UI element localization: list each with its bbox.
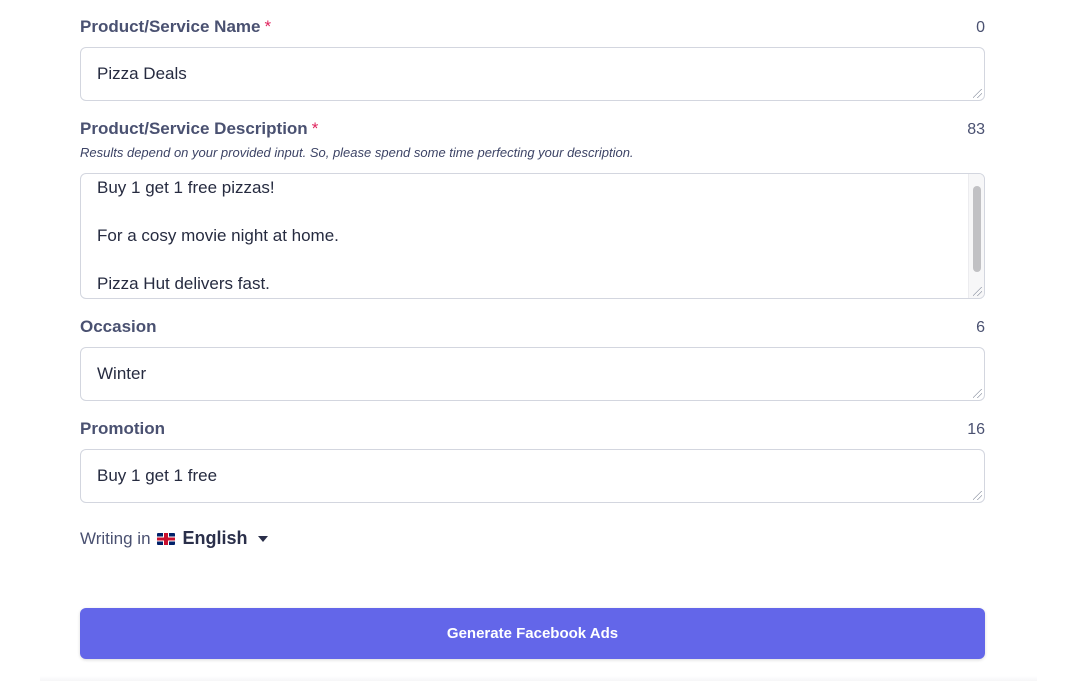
resize-handle-icon[interactable] <box>973 89 982 98</box>
footer-divider <box>40 676 1037 681</box>
occasion-input[interactable]: Winter <box>80 347 985 401</box>
caret-down-icon[interactable] <box>257 535 268 542</box>
occasion-field: Occasion 6 <box>80 317 985 338</box>
language-name: English <box>182 528 248 548</box>
product-description-field: Product/Service Description * 83 Results … <box>80 119 985 161</box>
product-description-label: Product/Service Description <box>80 119 308 138</box>
resize-handle-icon[interactable] <box>973 389 982 398</box>
product-name-input[interactable]: Pizza Deals <box>80 47 985 101</box>
product-name-char-count: 0 <box>976 19 985 36</box>
product-name-field: Product/Service Name * 0 <box>80 17 985 38</box>
generate-facebook-ads-button[interactable]: Generate Facebook Ads <box>80 608 985 659</box>
product-description-char-count: 83 <box>967 121 985 138</box>
description-line: Pizza Hut delivers fast. <box>97 274 270 293</box>
promotion-char-count: 16 <box>967 421 985 438</box>
promotion-label: Promotion <box>80 419 165 438</box>
uk-flag-icon <box>156 532 175 545</box>
resize-handle-icon[interactable] <box>973 491 982 500</box>
required-marker: * <box>264 17 272 36</box>
product-description-textarea[interactable]: Buy 1 get 1 free pizzas! For a cosy movi… <box>80 173 985 299</box>
promotion-input[interactable]: Buy 1 get 1 free <box>80 449 985 503</box>
product-name-label: Product/Service Name <box>80 17 261 36</box>
scrollbar-thumb[interactable] <box>973 186 981 272</box>
required-marker: * <box>311 119 319 138</box>
description-line: For a cosy movie night at home. <box>97 226 339 245</box>
occasion-char-count: 6 <box>976 319 985 336</box>
occasion-label: Occasion <box>80 317 157 336</box>
resize-handle-icon[interactable] <box>973 287 982 296</box>
promotion-field: Promotion 16 <box>80 419 985 440</box>
occasion-value: Winter <box>97 364 147 383</box>
promotion-value: Buy 1 get 1 free <box>97 466 218 485</box>
product-description-hint: Results depend on your provided input. S… <box>80 145 634 160</box>
description-scrollbar[interactable] <box>968 174 984 298</box>
description-line: Buy 1 get 1 free pizzas! <box>97 178 275 197</box>
language-prefix: Writing in <box>80 528 151 548</box>
language-selector[interactable]: Writing in English <box>80 528 268 549</box>
product-name-value: Pizza Deals <box>97 64 187 83</box>
